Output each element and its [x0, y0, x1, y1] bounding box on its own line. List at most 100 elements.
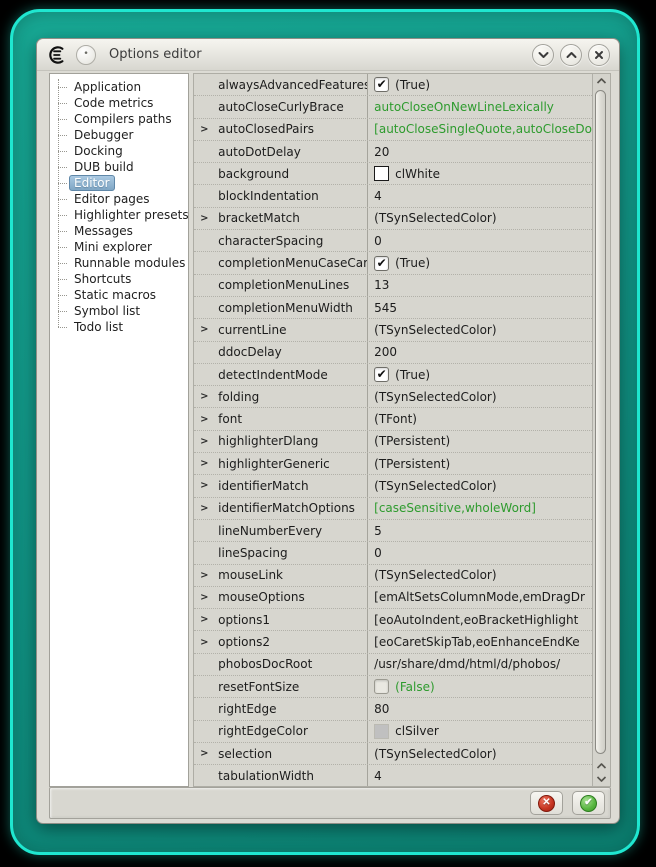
- sidebar-item[interactable]: Highlighter presets: [58, 207, 188, 223]
- property-row[interactable]: > options2 [eoCaretSkipTab,eoEnhanceEndK…: [194, 631, 592, 653]
- sidebar-item[interactable]: Editor: [58, 175, 188, 191]
- property-value[interactable]: 4: [368, 765, 592, 786]
- scroll-up-bottom-icon[interactable]: [593, 762, 610, 770]
- property-row[interactable]: rightEdgeColor clSilver: [194, 721, 592, 743]
- color-swatch[interactable]: [374, 724, 389, 739]
- checkbox[interactable]: ✔: [374, 367, 389, 382]
- expand-arrow-icon[interactable]: >: [194, 124, 218, 135]
- cancel-button[interactable]: ✕: [530, 791, 563, 815]
- sidebar-item[interactable]: Debugger: [58, 127, 188, 143]
- expand-arrow-icon[interactable]: >: [194, 458, 218, 469]
- property-value[interactable]: clWhite: [368, 163, 592, 184]
- close-button[interactable]: [588, 44, 610, 66]
- sidebar-item[interactable]: Application: [58, 79, 188, 95]
- property-row[interactable]: autoCloseCurlyBrace autoCloseOnNewLineLe…: [194, 96, 592, 118]
- expand-arrow-icon[interactable]: >: [194, 570, 218, 581]
- property-row[interactable]: completionMenuLines 13: [194, 275, 592, 297]
- property-value[interactable]: 545: [368, 297, 592, 318]
- expand-arrow-icon[interactable]: >: [194, 503, 218, 514]
- scrollbar-thumb[interactable]: [595, 90, 606, 754]
- color-swatch[interactable]: [374, 166, 389, 181]
- expand-arrow-icon[interactable]: >: [194, 592, 218, 603]
- property-row[interactable]: > mouseLink (TSynSelectedColor): [194, 565, 592, 587]
- property-row[interactable]: phobosDocRoot /usr/share/dmd/html/d/phob…: [194, 654, 592, 676]
- sidebar-item[interactable]: Symbol list: [58, 303, 188, 319]
- property-row[interactable]: ddocDelay 200: [194, 342, 592, 364]
- property-value[interactable]: (TSynSelectedColor): [368, 386, 592, 407]
- property-row[interactable]: > selection (TSynSelectedColor): [194, 743, 592, 765]
- expand-arrow-icon[interactable]: >: [194, 637, 218, 648]
- property-row[interactable]: > highlighterDlang (TPersistent): [194, 431, 592, 453]
- property-value[interactable]: /usr/share/dmd/html/d/phobos/: [368, 654, 592, 675]
- property-value[interactable]: (TPersistent): [368, 453, 592, 474]
- property-value[interactable]: 20: [368, 141, 592, 162]
- property-value[interactable]: (TSynSelectedColor): [368, 208, 592, 229]
- property-row[interactable]: autoDotDelay 20: [194, 141, 592, 163]
- expand-arrow-icon[interactable]: >: [194, 436, 218, 447]
- checkbox[interactable]: [374, 679, 389, 694]
- scroll-down-icon[interactable]: [593, 775, 610, 783]
- property-row[interactable]: > bracketMatch (TSynSelectedColor): [194, 208, 592, 230]
- property-row[interactable]: > folding (TSynSelectedColor): [194, 386, 592, 408]
- expand-arrow-icon[interactable]: >: [194, 324, 218, 335]
- property-value[interactable]: autoCloseOnNewLineLexically: [368, 96, 592, 117]
- property-value[interactable]: 200: [368, 342, 592, 363]
- property-value[interactable]: [caseSensitive,wholeWord]: [368, 498, 592, 519]
- minimize-button[interactable]: [532, 44, 554, 66]
- property-value[interactable]: ✔ (True): [368, 364, 592, 385]
- sidebar-item[interactable]: Todo list: [58, 319, 188, 335]
- property-row[interactable]: characterSpacing 0: [194, 230, 592, 252]
- property-row[interactable]: blockIndentation 4: [194, 185, 592, 207]
- scroll-up-icon[interactable]: [593, 77, 610, 85]
- property-value[interactable]: (TSynSelectedColor): [368, 319, 592, 340]
- expand-arrow-icon[interactable]: >: [194, 414, 218, 425]
- sidebar-item[interactable]: Messages: [58, 223, 188, 239]
- property-row[interactable]: lineNumberEvery 5: [194, 520, 592, 542]
- property-row[interactable]: detectIndentMode ✔ (True): [194, 364, 592, 386]
- sidebar-item[interactable]: Shortcuts: [58, 271, 188, 287]
- sidebar-item[interactable]: Runnable modules: [58, 255, 188, 271]
- property-value[interactable]: (TSynSelectedColor): [368, 565, 592, 586]
- property-value[interactable]: (False): [368, 676, 592, 697]
- property-value[interactable]: 5: [368, 520, 592, 541]
- property-value[interactable]: (TSynSelectedColor): [368, 743, 592, 764]
- titlebar[interactable]: • Options editor: [37, 39, 619, 71]
- property-value[interactable]: 4: [368, 185, 592, 206]
- checkbox[interactable]: ✔: [374, 256, 389, 271]
- property-value[interactable]: ✔ (True): [368, 74, 592, 95]
- property-row[interactable]: rightEdge 80: [194, 698, 592, 720]
- property-row[interactable]: > currentLine (TSynSelectedColor): [194, 319, 592, 341]
- property-row[interactable]: background clWhite: [194, 163, 592, 185]
- expand-arrow-icon[interactable]: >: [194, 213, 218, 224]
- expand-arrow-icon[interactable]: >: [194, 480, 218, 491]
- vertical-scrollbar[interactable]: [592, 74, 610, 786]
- property-row[interactable]: > identifierMatchOptions [caseSensitive,…: [194, 498, 592, 520]
- maximize-button[interactable]: [560, 44, 582, 66]
- accept-button[interactable]: ✔: [572, 791, 605, 815]
- property-value[interactable]: 80: [368, 698, 592, 719]
- property-value[interactable]: [eoAutoIndent,eoBracketHighlight: [368, 609, 592, 630]
- property-value[interactable]: [autoCloseSingleQuote,autoCloseDo: [368, 119, 592, 140]
- property-value[interactable]: ✔ (True): [368, 252, 592, 273]
- property-value[interactable]: [emAltSetsColumnMode,emDragDr: [368, 587, 592, 608]
- property-row[interactable]: resetFontSize (False): [194, 676, 592, 698]
- checkbox[interactable]: ✔: [374, 77, 389, 92]
- expand-arrow-icon[interactable]: >: [194, 391, 218, 402]
- window-menu-button[interactable]: •: [76, 45, 96, 65]
- property-value[interactable]: (TFont): [368, 408, 592, 429]
- sidebar-item[interactable]: Compilers paths: [58, 111, 188, 127]
- property-row[interactable]: > options1 [eoAutoIndent,eoBracketHighli…: [194, 609, 592, 631]
- property-value[interactable]: [eoCaretSkipTab,eoEnhanceEndKe: [368, 631, 592, 652]
- sidebar-item[interactable]: DUB build: [58, 159, 188, 175]
- property-value[interactable]: (TPersistent): [368, 431, 592, 452]
- sidebar-item[interactable]: Mini explorer: [58, 239, 188, 255]
- property-row[interactable]: completionMenuWidth 545: [194, 297, 592, 319]
- expand-arrow-icon[interactable]: >: [194, 614, 218, 625]
- property-row[interactable]: completionMenuCaseCare ✔ (True): [194, 252, 592, 274]
- property-row[interactable]: lineSpacing 0: [194, 542, 592, 564]
- property-row[interactable]: alwaysAdvancedFeatures ✔ (True): [194, 74, 592, 96]
- sidebar-item[interactable]: Code metrics: [58, 95, 188, 111]
- property-value[interactable]: 0: [368, 230, 592, 251]
- property-row[interactable]: > mouseOptions [emAltSetsColumnMode,emDr…: [194, 587, 592, 609]
- property-value[interactable]: 0: [368, 542, 592, 563]
